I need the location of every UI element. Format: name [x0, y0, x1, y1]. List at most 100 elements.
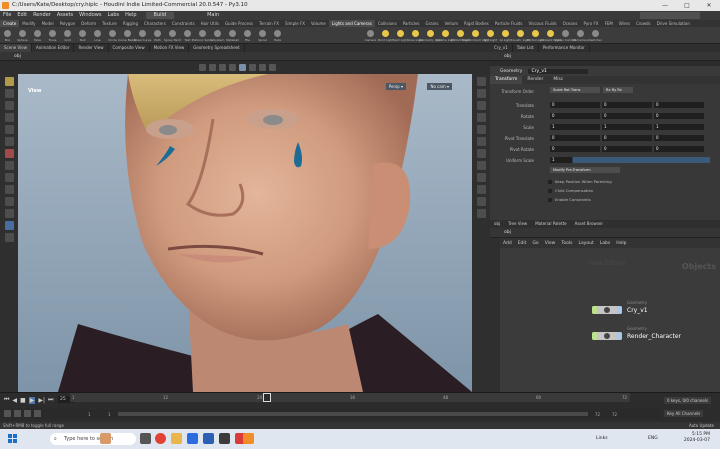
scale-x-field[interactable]: 1: [550, 124, 600, 130]
translate-z-field[interactable]: 0: [654, 102, 704, 108]
language-indicator[interactable]: ENG: [648, 436, 658, 441]
shelf-tool-helix[interactable]: Helix: [270, 29, 285, 42]
tab-tree-view[interactable]: Tree View: [504, 220, 531, 228]
display-option-icon[interactable]: [476, 197, 486, 206]
paint-tool-icon[interactable]: [4, 149, 14, 158]
rotate-order-select[interactable]: Rx Ry Rz: [603, 87, 633, 93]
range-end[interactable]: 72: [595, 412, 600, 417]
pivot-rotate-z-field[interactable]: 0: [654, 146, 704, 152]
child-compensation-checkbox[interactable]: Child Compensation: [548, 188, 593, 193]
shelf-tab[interactable]: Vellum: [441, 20, 461, 27]
display-option-icon[interactable]: [476, 185, 486, 194]
network-menu-edit[interactable]: Edit: [515, 241, 530, 246]
pivot-rotate-y-field[interactable]: 0: [602, 146, 652, 152]
magnet-icon[interactable]: [4, 173, 14, 182]
shelf-tab[interactable]: Volume: [308, 20, 329, 27]
display-option-icon[interactable]: [476, 161, 486, 170]
system-clock[interactable]: 5:15 PM 2024-03-07: [684, 432, 710, 444]
viewport-path[interactable]: obj: [14, 54, 21, 59]
tab-network-obj[interactable]: obj: [490, 220, 504, 228]
shelf-tool-file[interactable]: File: [240, 29, 255, 42]
network-menu-labs[interactable]: Labs: [597, 241, 613, 246]
shelf-tool-caustic-light[interactable]: Caustic Light: [511, 29, 530, 42]
network-menu-layout[interactable]: Layout: [575, 241, 596, 246]
shelf-tool-vr-camera[interactable]: VR Camera: [572, 29, 589, 42]
node-name-field[interactable]: Cry_v1: [528, 68, 589, 74]
realtime-icon[interactable]: [14, 410, 21, 417]
snap-grid-icon[interactable]: [4, 197, 14, 206]
network-menu-go[interactable]: Go: [529, 241, 541, 246]
snap-prim-icon[interactable]: [4, 221, 14, 230]
network-menu-add[interactable]: Add: [500, 241, 515, 246]
windows-start-icon[interactable]: [8, 434, 17, 443]
display-icon[interactable]: [239, 64, 246, 71]
shelf-tab[interactable]: Pyro FX: [580, 20, 601, 27]
tab-composite-view[interactable]: Composite View: [109, 44, 150, 52]
shelf-tab[interactable]: Modify: [19, 20, 38, 27]
select-mode-icon[interactable]: [199, 64, 206, 71]
main-desktop-selector[interactable]: Main: [204, 11, 222, 20]
display-option-icon[interactable]: [476, 125, 486, 134]
shelf-tool-grid[interactable]: Grid: [60, 29, 75, 42]
chrome-icon[interactable]: [155, 433, 166, 444]
menu-help[interactable]: Help: [122, 11, 139, 20]
audio-icon[interactable]: [4, 410, 11, 417]
step-forward-icon[interactable]: ▶|: [38, 397, 45, 404]
range-end-2[interactable]: 72: [612, 412, 617, 417]
menu-labs[interactable]: Labs: [104, 11, 122, 20]
menu-render[interactable]: Render: [30, 11, 54, 20]
range-start-2[interactable]: 1: [108, 412, 111, 417]
links-toolbar[interactable]: Links: [596, 436, 608, 441]
menu-edit[interactable]: Edit: [14, 11, 30, 20]
shelf-tool-lsystem[interactable]: L-System: [210, 29, 225, 42]
tab-take-list[interactable]: Take List: [513, 44, 539, 52]
flipbook-icon[interactable]: [4, 233, 14, 242]
stop-icon[interactable]: ■: [20, 397, 26, 404]
shelf-tab[interactable]: Lights and Cameras: [328, 20, 375, 27]
taskbar-search-box[interactable]: Type here to search: [50, 433, 136, 445]
record-icon[interactable]: [269, 64, 276, 71]
shelf-tab[interactable]: Drive Simulation: [654, 20, 693, 27]
network-path[interactable]: obj: [504, 230, 511, 235]
modify-pre-transform-button[interactable]: Modify Pre-Transform: [550, 167, 620, 173]
shelf-tab[interactable]: Oceans: [560, 20, 581, 27]
pivot-translate-x-field[interactable]: 0: [550, 135, 600, 141]
rotate-icon[interactable]: [219, 64, 226, 71]
shelf-tab[interactable]: FEM: [602, 20, 616, 27]
camera-view-icon[interactable]: [259, 64, 266, 71]
timeline-bar[interactable]: 1 12 24 36 48 60 72: [70, 393, 630, 402]
measure-icon[interactable]: [4, 185, 14, 194]
network-menu-tools[interactable]: Tools: [558, 241, 575, 246]
tab-performance-monitor[interactable]: Performance Monitor: [539, 44, 590, 52]
shelf-tab[interactable]: Particle Fluids: [492, 20, 526, 27]
display-option-icon[interactable]: [476, 137, 486, 146]
shelf-tool-platonic[interactable]: Platonic Solids: [192, 29, 213, 42]
shelf-tool-torus[interactable]: Torus: [45, 29, 60, 42]
houdini-taskbar-icon[interactable]: [243, 433, 254, 444]
tab-geometry-spreadsheet[interactable]: Geometry Spreadsheet: [189, 44, 245, 52]
display-option-icon[interactable]: [476, 101, 486, 110]
transform-icon[interactable]: [209, 64, 216, 71]
scale-icon[interactable]: [229, 64, 236, 71]
menu-windows[interactable]: Windows: [76, 11, 104, 20]
shelf-tool-box[interactable]: Box: [0, 29, 15, 42]
display-option-icon[interactable]: [476, 209, 486, 218]
desktop-selector[interactable]: Build: [145, 12, 175, 19]
translate-x-field[interactable]: 0: [550, 102, 600, 108]
menu-assets[interactable]: Assets: [54, 11, 76, 20]
jump-end-icon[interactable]: ⏭: [48, 396, 53, 404]
avatar-icon[interactable]: [100, 433, 111, 444]
translate-y-field[interactable]: 0: [602, 102, 652, 108]
keep-position-checkbox[interactable]: Keep Position When Parenting: [548, 179, 612, 184]
range-slider[interactable]: [118, 412, 588, 416]
shelf-tab[interactable]: Crowds: [633, 20, 654, 27]
camera-menu[interactable]: No cam ▾: [427, 83, 452, 90]
shelf-tab[interactable]: Guide Process: [222, 20, 256, 27]
shelf-tool-path[interactable]: Path: [150, 29, 165, 42]
shelf-tab[interactable]: Model: [39, 20, 57, 27]
tab-render[interactable]: Render: [522, 76, 548, 84]
enable-constraints-checkbox[interactable]: Enable Constraints: [548, 197, 591, 202]
move-tool-icon[interactable]: [4, 89, 14, 98]
display-option-icon[interactable]: [476, 149, 486, 158]
app-icon[interactable]: [203, 433, 214, 444]
